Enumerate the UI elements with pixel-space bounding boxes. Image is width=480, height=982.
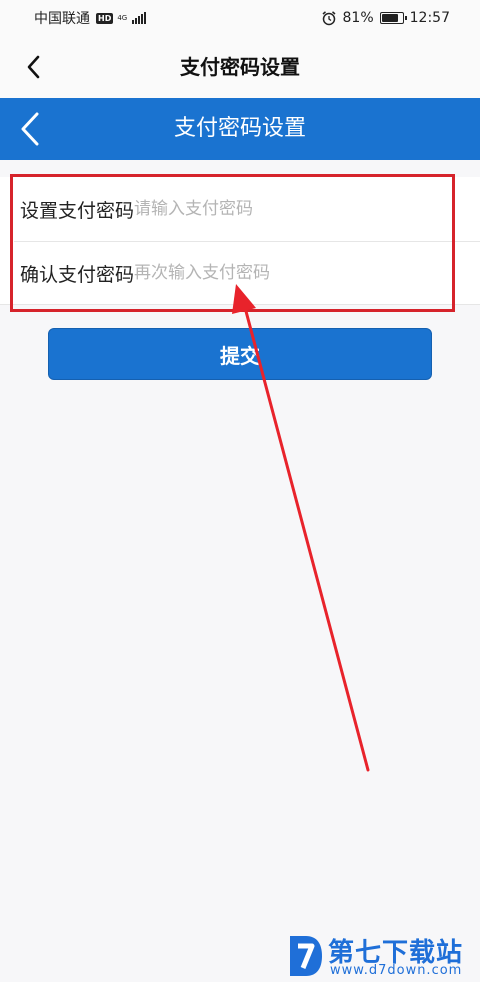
status-bar: 中国联通 HD 4G 81% 12:57 — [0, 0, 480, 36]
submit-button[interactable]: 提交 — [48, 328, 432, 380]
battery-icon — [379, 12, 407, 24]
carrier-name: 中国联通 — [34, 11, 90, 27]
status-left: 中国联通 HD 4G — [34, 8, 147, 28]
chevron-left-icon — [21, 112, 39, 146]
alarm-icon — [322, 11, 336, 26]
status-right: 81% 12:57 — [321, 10, 450, 26]
app-back-button[interactable] — [8, 107, 52, 151]
native-page-title: 支付密码设置 — [180, 55, 300, 79]
set-password-input[interactable] — [134, 189, 460, 229]
battery-fill — [381, 14, 398, 22]
password-form: 设置支付密码 确认支付密码 — [0, 177, 480, 305]
app-page-title: 支付密码设置 — [173, 116, 306, 141]
set-password-label: 设置支付密码 — [20, 199, 135, 222]
confirm-password-row: 确认支付密码 — [0, 241, 480, 305]
app-header: 支付密码设置 — [0, 98, 480, 160]
battery-percent: 81% — [342, 10, 374, 26]
watermark: 第七下载站 www.d7down.com — [282, 932, 478, 980]
hd-badge: HD — [96, 12, 114, 24]
confirm-password-input[interactable] — [134, 253, 460, 293]
set-password-row: 设置支付密码 — [0, 177, 480, 241]
status-time: 12:57 — [409, 10, 450, 26]
d7-logo-icon — [290, 936, 322, 976]
native-title-bar: 支付密码设置 — [0, 36, 480, 98]
confirm-password-label: 确认支付密码 — [20, 263, 135, 286]
signal-icon — [132, 12, 147, 24]
chevron-left-icon — [27, 55, 40, 79]
native-back-button[interactable] — [16, 49, 52, 85]
watermark-url: www.d7down.com — [330, 963, 463, 978]
network-type-label: 4G — [117, 13, 128, 22]
